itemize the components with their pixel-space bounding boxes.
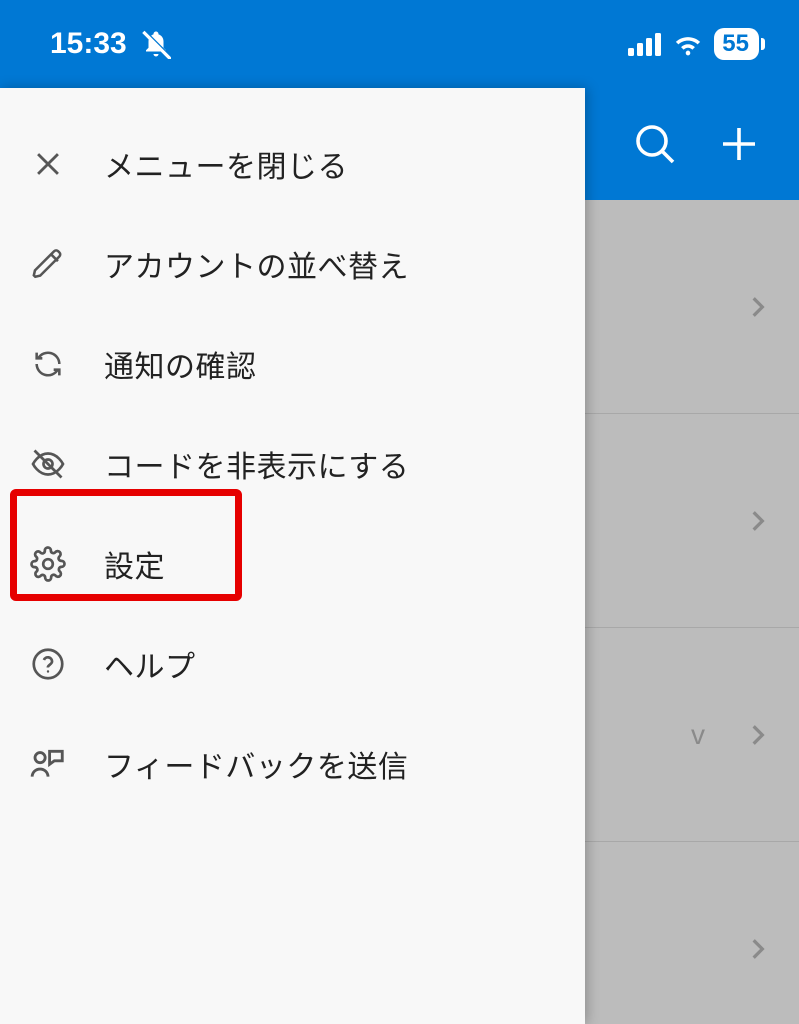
menu-close[interactable]: メニューを閉じる — [0, 114, 585, 214]
status-left: 15:33 — [50, 27, 171, 61]
menu-hide-codes[interactable]: コードを非表示にする — [0, 414, 585, 514]
status-time: 15:33 — [50, 27, 127, 61]
menu-reorder-label: アカウントの並べ替え — [104, 242, 409, 286]
side-menu: メニューを閉じる アカウントの並べ替え 通知の確認 — [0, 88, 585, 1024]
add-icon[interactable] — [715, 120, 763, 168]
chevron-right-icon — [745, 722, 771, 748]
menu-help[interactable]: ヘルプ — [0, 614, 585, 714]
chevron-right-icon — [745, 508, 771, 534]
gear-icon — [24, 540, 72, 588]
pencil-icon — [24, 240, 72, 288]
menu-settings-label: 設定 — [104, 542, 165, 586]
help-icon — [24, 640, 72, 688]
status-bar: 15:33 55 — [0, 0, 799, 88]
close-icon — [24, 140, 72, 188]
status-right: 55 — [628, 28, 759, 60]
menu-settings[interactable]: 設定 — [0, 514, 585, 614]
battery-level: 55 — [722, 30, 749, 58]
menu-notifications-label: 通知の確認 — [104, 342, 257, 386]
battery-indicator: 55 — [714, 28, 759, 60]
cellular-icon — [628, 32, 662, 56]
eye-off-icon — [24, 440, 72, 488]
menu-close-label: メニューを閉じる — [104, 142, 348, 186]
list-item-snippet: v — [691, 719, 705, 751]
refresh-icon — [24, 340, 72, 388]
menu-hide-codes-label: コードを非表示にする — [104, 442, 409, 486]
wifi-icon — [672, 32, 704, 56]
silent-icon — [141, 29, 171, 59]
menu-check-notifications[interactable]: 通知の確認 — [0, 314, 585, 414]
menu-help-label: ヘルプ — [104, 642, 196, 686]
menu-feedback-label: フィードバックを送信 — [104, 742, 408, 786]
menu-reorder-accounts[interactable]: アカウントの並べ替え — [0, 214, 585, 314]
chevron-right-icon — [745, 294, 771, 320]
search-icon[interactable] — [631, 120, 679, 168]
feedback-icon — [24, 740, 72, 788]
chevron-right-icon — [745, 936, 771, 962]
menu-send-feedback[interactable]: フィードバックを送信 — [0, 714, 585, 814]
